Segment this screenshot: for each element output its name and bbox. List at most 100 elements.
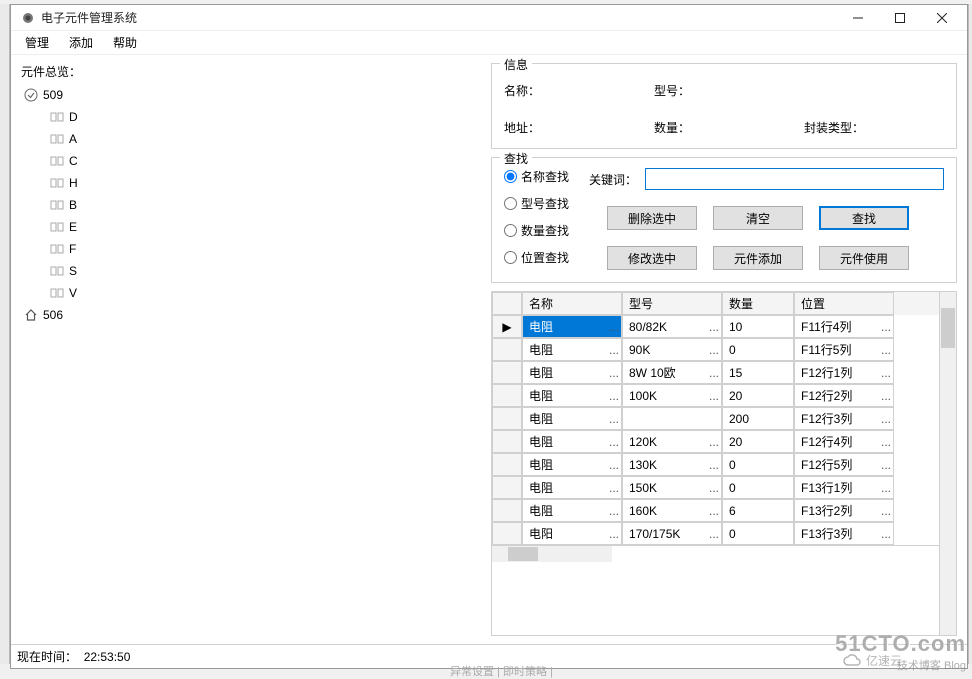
cell-model[interactable]: 100K... <box>622 384 722 407</box>
radio-name-search[interactable]: 名称查找 <box>504 168 569 185</box>
cell-model[interactable]: 120K... <box>622 430 722 453</box>
titlebar[interactable]: 电子元件管理系统 <box>11 5 967 31</box>
horizontal-scrollbar[interactable] <box>492 545 939 562</box>
tree-leaf[interactable]: C <box>21 150 481 172</box>
radio-qty-search[interactable]: 数量查找 <box>504 222 569 239</box>
table-row[interactable]: 电阳...170/175K...0F13行3列... <box>492 522 939 545</box>
menu-add[interactable]: 添加 <box>61 32 101 53</box>
cell-model[interactable] <box>622 407 722 430</box>
row-header[interactable] <box>492 361 522 384</box>
cell-model[interactable]: 160K... <box>622 499 722 522</box>
search-button[interactable]: 查找 <box>819 206 909 230</box>
cell-name[interactable]: 电阻... <box>522 338 622 361</box>
table-row[interactable]: 电阻...90K...0F11行5列... <box>492 338 939 361</box>
cell-loc[interactable]: F12行3列... <box>794 407 894 430</box>
cell-model[interactable]: 130K... <box>622 453 722 476</box>
tree-leaf[interactable]: H <box>21 172 481 194</box>
cell-name[interactable]: 电阻... <box>522 476 622 499</box>
cell-qty[interactable]: 6 <box>722 499 794 522</box>
tree-leaf[interactable]: B <box>21 194 481 216</box>
cell-qty[interactable]: 20 <box>722 384 794 407</box>
cell-name[interactable]: 电阻... <box>522 430 622 453</box>
cell-model[interactable]: 90K... <box>622 338 722 361</box>
menu-help[interactable]: 帮助 <box>105 32 145 53</box>
tree-leaf[interactable]: D <box>21 106 481 128</box>
cell-name[interactable]: 电阳... <box>522 522 622 545</box>
cell-qty[interactable]: 15 <box>722 361 794 384</box>
table-row[interactable]: 电阻...8W 10欧...15F12行1列... <box>492 361 939 384</box>
modify-selected-button[interactable]: 修改选中 <box>607 246 697 270</box>
cell-loc[interactable]: F12行2列... <box>794 384 894 407</box>
grid-header-qty[interactable]: 数量 <box>722 292 794 315</box>
grid-header-blank[interactable] <box>492 292 522 315</box>
radio-loc-search[interactable]: 位置查找 <box>504 249 569 266</box>
data-grid[interactable]: 名称 型号 数量 位置 ▶电阻...80/82K...10F11行4列...电阻… <box>491 291 957 636</box>
cell-qty[interactable]: 10 <box>722 315 794 338</box>
cell-qty[interactable]: 0 <box>722 522 794 545</box>
grid-header-loc[interactable]: 位置 <box>794 292 894 315</box>
tree-view[interactable]: 509 DACHBEFSV 506 <box>21 84 481 636</box>
tree-leaf[interactable]: F <box>21 238 481 260</box>
menu-manage[interactable]: 管理 <box>17 32 57 53</box>
grid-header-model[interactable]: 型号 <box>622 292 722 315</box>
maximize-button[interactable] <box>879 5 921 31</box>
radio-model-search[interactable]: 型号查找 <box>504 195 569 212</box>
vertical-scrollbar[interactable] <box>939 292 956 635</box>
add-component-button[interactable]: 元件添加 <box>713 246 803 270</box>
table-row[interactable]: 电阻... 200F12行3列... <box>492 407 939 430</box>
tree-node-506[interactable]: 506 <box>21 304 481 326</box>
cell-qty[interactable]: 20 <box>722 430 794 453</box>
cell-loc[interactable]: F13行3列... <box>794 522 894 545</box>
row-header[interactable] <box>492 384 522 407</box>
tree-node-509[interactable]: 509 <box>21 84 481 106</box>
row-header[interactable] <box>492 499 522 522</box>
cell-name[interactable]: 电阻... <box>522 384 622 407</box>
row-header[interactable] <box>492 476 522 499</box>
grid-header-name[interactable]: 名称 <box>522 292 622 315</box>
cell-model[interactable]: 170/175K... <box>622 522 722 545</box>
tree-leaf[interactable]: S <box>21 260 481 282</box>
delete-selected-button[interactable]: 删除选中 <box>607 206 697 230</box>
cell-qty[interactable]: 0 <box>722 338 794 361</box>
cell-loc[interactable]: F12行5列... <box>794 453 894 476</box>
cell-qty[interactable]: 200 <box>722 407 794 430</box>
tree-leaf[interactable]: V <box>21 282 481 304</box>
row-header[interactable]: ▶ <box>492 315 522 338</box>
table-row[interactable]: 电阻...100K...20F12行2列... <box>492 384 939 407</box>
row-header[interactable] <box>492 407 522 430</box>
row-header[interactable] <box>492 453 522 476</box>
row-header[interactable] <box>492 522 522 545</box>
cell-model[interactable]: 80/82K... <box>622 315 722 338</box>
cell-loc[interactable]: F12行1列... <box>794 361 894 384</box>
close-button[interactable] <box>921 5 963 31</box>
cell-loc[interactable]: F11行4列... <box>794 315 894 338</box>
vscroll-thumb[interactable] <box>941 308 955 348</box>
table-row[interactable]: 电阻...120K...20F12行4列... <box>492 430 939 453</box>
table-row[interactable]: ▶电阻...80/82K...10F11行4列... <box>492 315 939 338</box>
cell-name[interactable]: 电阻... <box>522 361 622 384</box>
cell-qty[interactable]: 0 <box>722 476 794 499</box>
row-header[interactable] <box>492 430 522 453</box>
table-row[interactable]: 电阻...130K...0F12行5列... <box>492 453 939 476</box>
tree-leaf[interactable]: E <box>21 216 481 238</box>
cell-loc[interactable]: F12行4列... <box>794 430 894 453</box>
cell-model[interactable]: 8W 10欧... <box>622 361 722 384</box>
cell-name[interactable]: 电阻... <box>522 499 622 522</box>
row-header[interactable] <box>492 338 522 361</box>
cell-loc[interactable]: F11行5列... <box>794 338 894 361</box>
table-row[interactable]: 电阻...150K...0F13行1列... <box>492 476 939 499</box>
clear-button[interactable]: 清空 <box>713 206 803 230</box>
cell-name[interactable]: 电阻... <box>522 453 622 476</box>
cell-name[interactable]: 电阻... <box>522 315 622 338</box>
keyword-input[interactable] <box>645 168 944 190</box>
hscroll-thumb[interactable] <box>508 547 538 561</box>
cell-name[interactable]: 电阻... <box>522 407 622 430</box>
cell-qty[interactable]: 0 <box>722 453 794 476</box>
use-component-button[interactable]: 元件使用 <box>819 246 909 270</box>
minimize-button[interactable] <box>837 5 879 31</box>
cell-loc[interactable]: F13行1列... <box>794 476 894 499</box>
tree-leaf[interactable]: A <box>21 128 481 150</box>
cell-model[interactable]: 150K... <box>622 476 722 499</box>
table-row[interactable]: 电阻...160K...6F13行2列... <box>492 499 939 522</box>
cell-loc[interactable]: F13行2列... <box>794 499 894 522</box>
